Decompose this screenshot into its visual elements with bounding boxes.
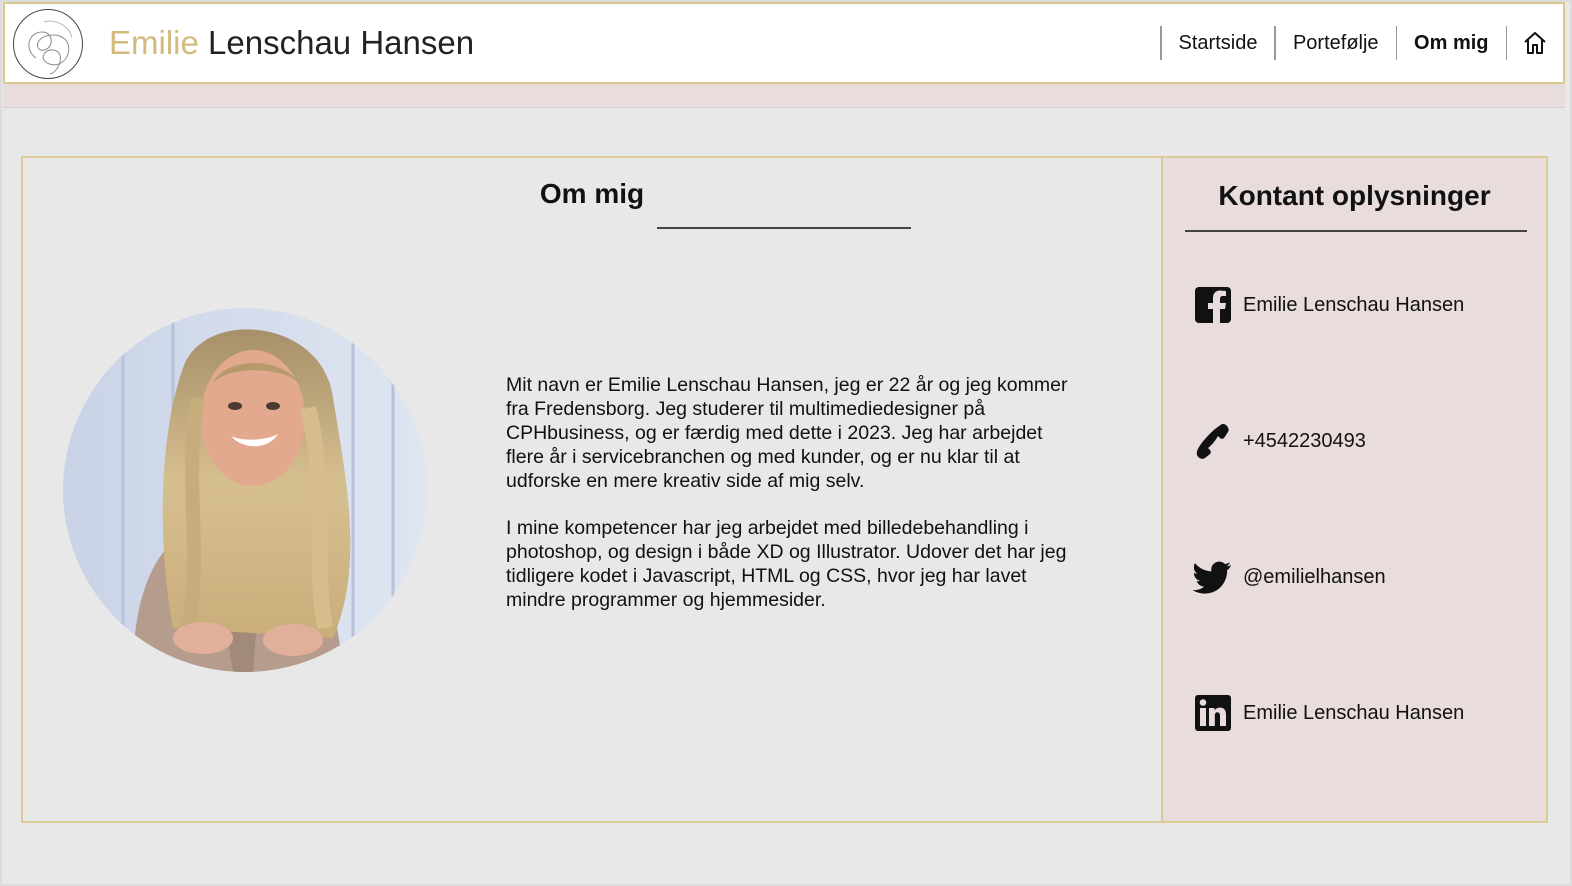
contact-label: Emilie Lenschau Hansen [1243,701,1465,724]
home-button[interactable] [1507,23,1563,63]
phone-icon [1193,421,1233,461]
about-title: Om mig [539,178,645,209]
site-title-first: Emilie [109,24,199,61]
contact-title-underline [1185,230,1527,232]
bio-paragraph: Mit navn er Emilie Lenschau Hansen, jeg … [506,374,1068,492]
header-strip [3,84,1565,108]
site-title[interactable]: Emilie Lenschau Hansen [109,24,474,62]
contact-title: Kontant oplysninger [1218,180,1491,211]
nav-item-portefolje[interactable]: Portefølje [1276,32,1396,55]
contact-twitter[interactable]: @emilielhansen [1193,557,1386,597]
facebook-icon [1193,285,1233,325]
bio-paragraph: I mine kompetencer har jeg arbejdet med … [506,517,1067,611]
contact-sidebar: Kontant oplysninger Emilie Lenschau Hans… [1161,156,1548,823]
bio-text: Mit navn er Emilie Lenschau Hansen, jeg … [506,373,1071,635]
contact-linkedin[interactable]: Emilie Lenschau Hansen [1193,693,1464,733]
contact-label: +4542230493 [1243,429,1366,452]
about-panel: Om mig Mit navn er Emilie Lenschau Hanse… [21,156,1163,823]
linkedin-icon [1193,693,1233,733]
main-nav: Startside Portefølje Om mig [1160,4,1563,82]
contact-label: @emilielhansen [1243,565,1386,588]
logo-icon[interactable] [13,9,83,79]
site-title-rest: Lenschau Hansen [198,24,475,61]
avatar [63,308,427,672]
site-header: Emilie Lenschau Hansen Startside Portefø… [3,2,1565,84]
contact-facebook[interactable]: Emilie Lenschau Hansen [1193,285,1464,325]
nav-item-om-mig[interactable]: Om mig [1397,32,1505,55]
contact-label: Emilie Lenschau Hansen [1243,293,1465,316]
contact-phone[interactable]: +4542230493 [1193,421,1366,461]
about-title-underline [657,227,911,229]
home-icon [1524,32,1546,54]
twitter-icon [1193,557,1233,597]
nav-item-startside[interactable]: Startside [1162,32,1275,55]
